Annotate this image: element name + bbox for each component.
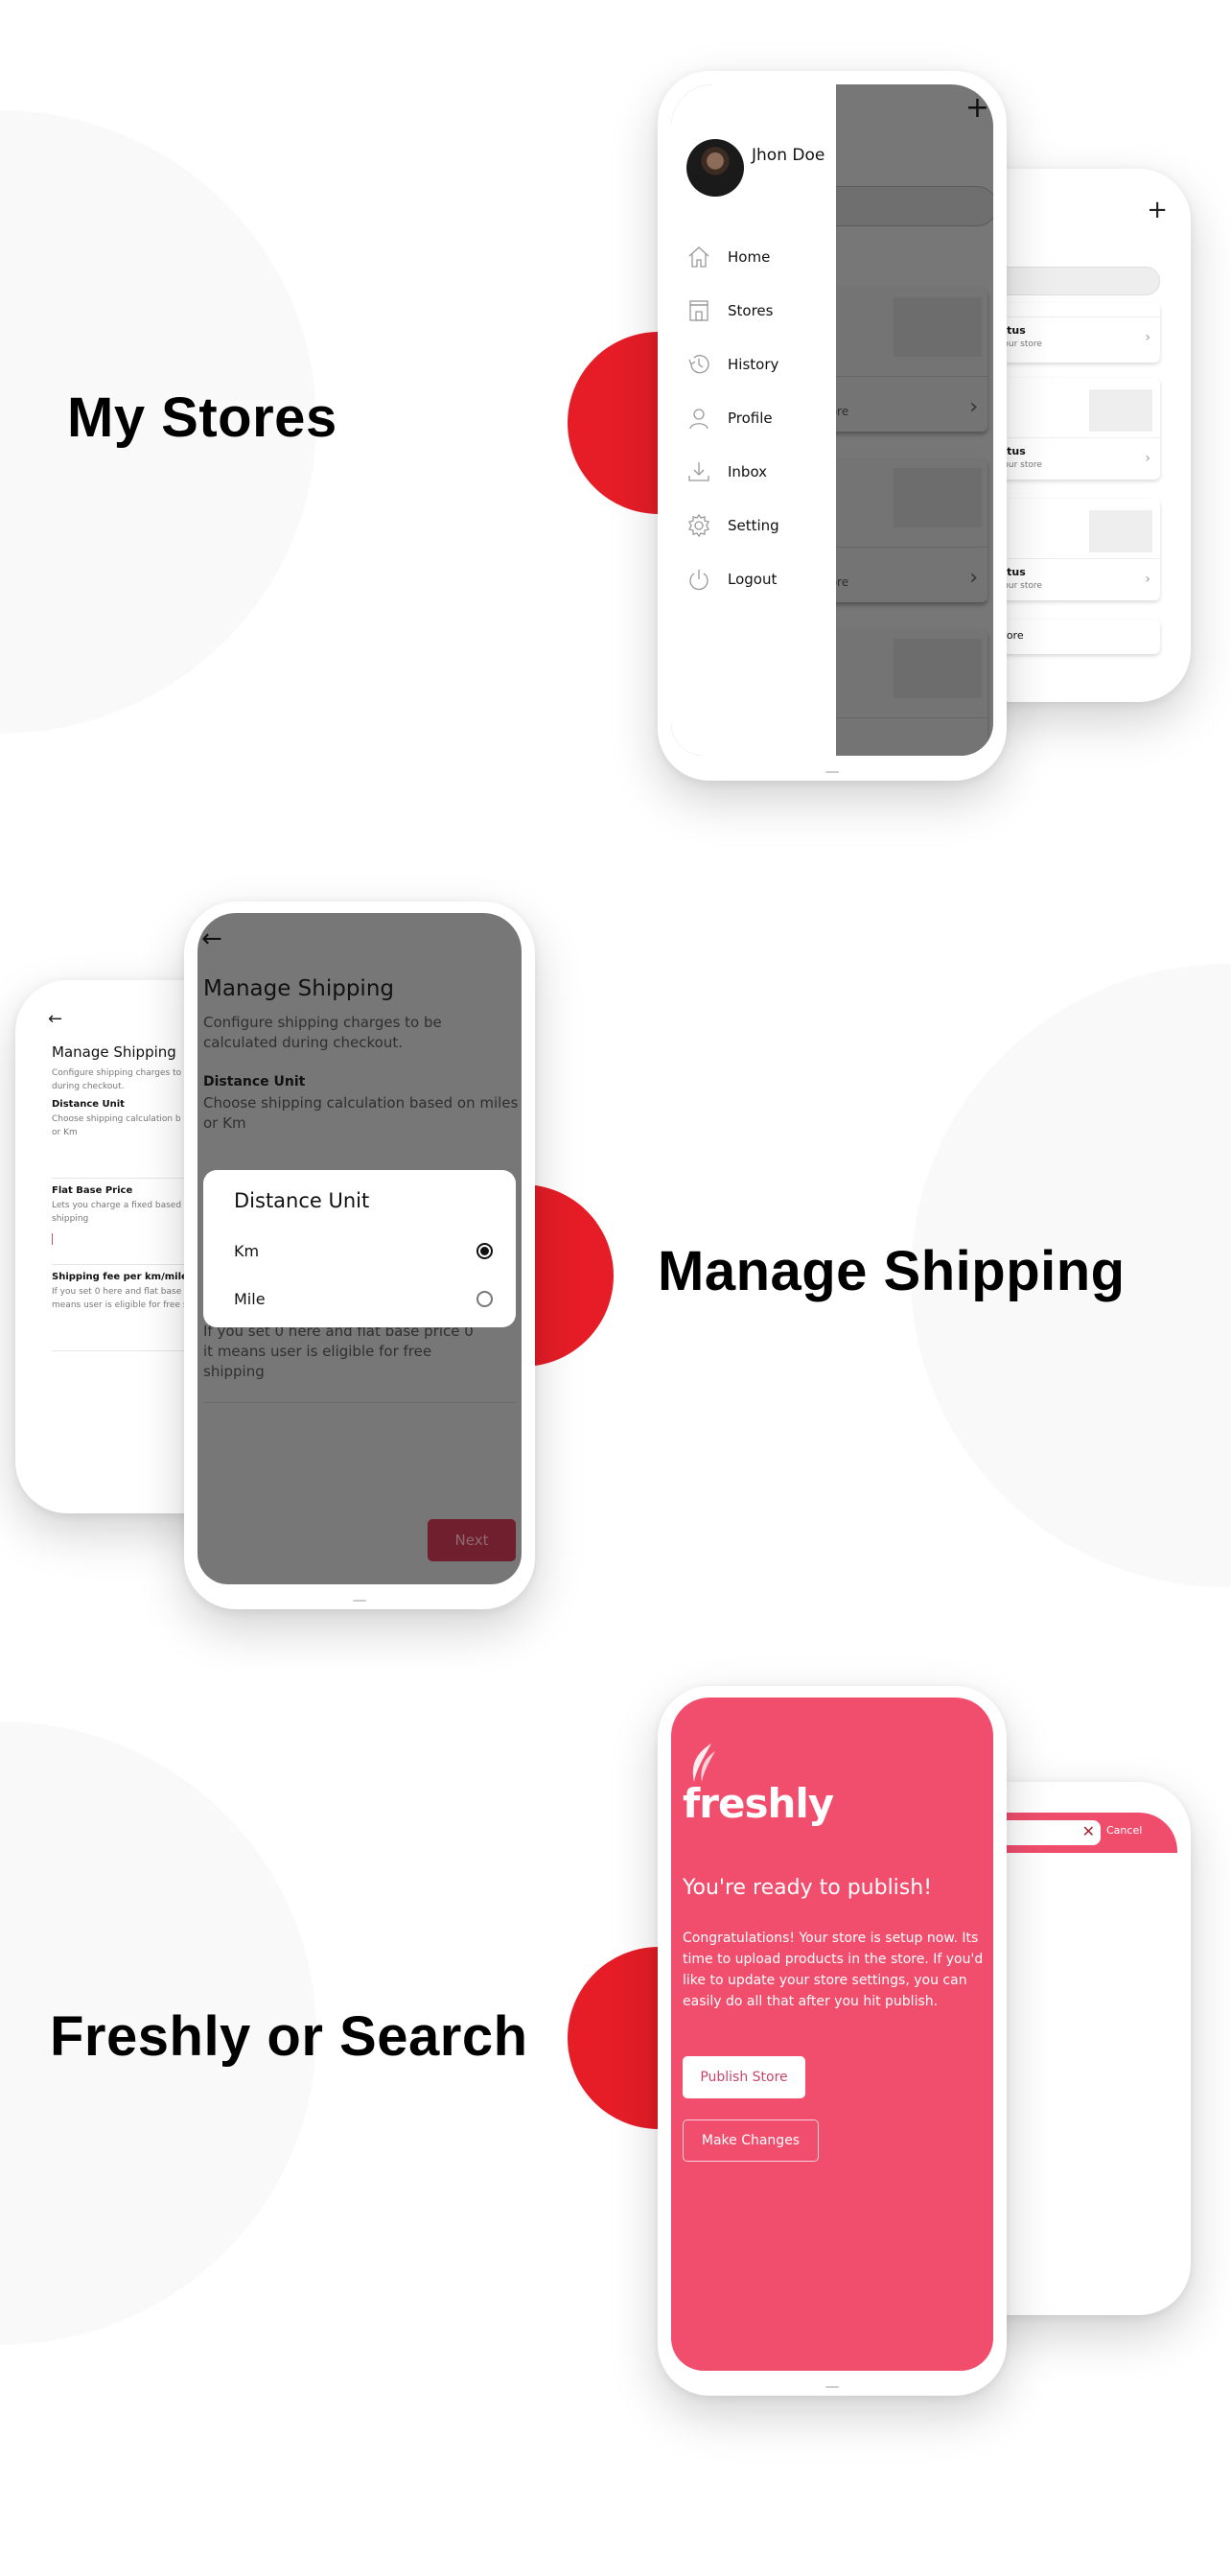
inbox-download-icon xyxy=(688,462,709,481)
make-changes-button[interactable]: Make Changes xyxy=(683,2119,819,2162)
home-indicator xyxy=(825,2386,839,2388)
back-arrow-icon[interactable]: ← xyxy=(201,926,222,951)
image-placeholder-icon xyxy=(894,297,982,357)
drawer-item-logout[interactable]: Logout xyxy=(686,566,777,593)
store-card: s xyxy=(815,629,987,756)
distance-unit-desc-2: or Km xyxy=(52,1128,78,1137)
shipping-title: Manage Shipping xyxy=(203,976,395,1001)
drawer-item-label: History xyxy=(728,356,779,373)
distance-unit-label: Distance Unit xyxy=(203,1074,306,1089)
store-icon xyxy=(689,300,708,321)
drawer-item-label: Setting xyxy=(728,517,779,534)
power-icon xyxy=(689,570,708,591)
shipping-fee-label: Shipping fee per km/mile xyxy=(52,1272,188,1282)
avatar[interactable] xyxy=(686,139,744,197)
publish-screen: freshly You're ready to publish! Congrat… xyxy=(671,1698,993,2371)
shipping-description: Configure shipping charges to be calcula… xyxy=(203,1014,442,1051)
field-divider xyxy=(203,1402,516,1403)
card-divider xyxy=(815,547,987,548)
clear-icon[interactable]: ✕ xyxy=(1082,1822,1095,1840)
shipping-description: Configure shipping charges to xyxy=(52,1068,182,1078)
phone-mockup-publish: freshly You're ready to publish! Congrat… xyxy=(658,1686,1007,2396)
image-placeholder-icon xyxy=(1089,389,1152,432)
shipping-title: Manage Shipping xyxy=(52,1043,176,1061)
store-search-input xyxy=(815,186,993,226)
flat-base-price-input[interactable] xyxy=(52,1233,53,1245)
next-button[interactable]: Next xyxy=(428,1519,516,1561)
shipping-fee-desc-2: means user is eligible for free s xyxy=(52,1300,188,1310)
back-arrow-icon[interactable]: ← xyxy=(48,1009,62,1029)
chevron-right-icon: › xyxy=(969,395,978,419)
shipping-fee-desc: If you set 0 here and flat base xyxy=(52,1287,182,1297)
publish-title: You're ready to publish! xyxy=(683,1876,933,1900)
add-store-icon: + xyxy=(964,91,989,125)
option-km[interactable]: Km xyxy=(234,1237,493,1264)
drawer-item-setting[interactable]: Setting xyxy=(686,512,779,539)
distance-unit-desc: Choose shipping calculation b xyxy=(52,1114,181,1124)
section-title-freshly-search: Freshly or Search xyxy=(50,2005,528,2068)
navigation-drawer: Jhon Doe Home Stores History Profile Inb… xyxy=(671,84,836,756)
chevron-right-icon: › xyxy=(1145,330,1150,345)
section-title-my-stores: My Stores xyxy=(67,386,337,449)
phone-mockup-distance-dialog: ← Manage Shipping Configure shipping cha… xyxy=(184,902,535,1609)
home-indicator xyxy=(825,771,839,773)
drawer-item-label: Profile xyxy=(728,410,773,427)
publish-body: Congratulations! Your store is setup now… xyxy=(683,1931,984,2009)
drawer-item-stores[interactable]: Stores xyxy=(686,297,773,324)
logo-text: freshly xyxy=(683,1780,834,1827)
home-icon xyxy=(688,246,709,268)
history-icon xyxy=(688,355,709,374)
drawer-item-history[interactable]: History xyxy=(686,351,778,378)
drawer-item-profile[interactable]: Profile xyxy=(686,405,773,432)
distance-unit-desc: Choose shipping calculation based on mil… xyxy=(203,1094,519,1132)
publish-store-button[interactable]: Publish Store xyxy=(683,2056,805,2098)
shipping-dialog-screen: ← Manage Shipping Configure shipping cha… xyxy=(197,913,522,1584)
flat-base-price-desc-2: shipping xyxy=(52,1214,89,1224)
drawer-item-label: Home xyxy=(728,248,771,266)
add-store-icon[interactable]: + xyxy=(1147,198,1168,222)
flat-base-price-desc: Lets you charge a fixed based xyxy=(52,1201,182,1210)
chevron-right-icon: › xyxy=(1145,451,1150,466)
home-indicator xyxy=(353,1600,366,1602)
drawer-item-label: Stores xyxy=(728,302,774,319)
option-label: Km xyxy=(234,1241,260,1260)
card-divider xyxy=(815,717,987,718)
section-title-manage-shipping: Manage Shipping xyxy=(658,1240,1126,1302)
image-placeholder-icon xyxy=(1089,510,1152,552)
option-mile[interactable]: Mile xyxy=(234,1285,493,1312)
freshly-logo: freshly xyxy=(683,1744,836,1830)
profile-icon xyxy=(689,409,708,430)
dialog-title: Distance Unit xyxy=(234,1189,370,1212)
phone-mockup-drawer: + s r store › s r store › s xyxy=(658,71,1007,781)
user-name: Jhon Doe xyxy=(752,146,825,165)
image-placeholder-icon xyxy=(894,468,982,527)
shipping-description-2: during checkout. xyxy=(52,1082,125,1091)
distance-unit-dialog: Distance Unit Km Mile xyxy=(203,1170,516,1327)
option-label: Mile xyxy=(234,1289,266,1308)
card-divider xyxy=(815,376,987,377)
drawer-item-inbox[interactable]: Inbox xyxy=(686,458,767,485)
radio-unselected-icon[interactable] xyxy=(476,1290,493,1307)
cancel-button[interactable]: Cancel xyxy=(1106,1824,1142,1837)
store-card: s r store › xyxy=(811,288,987,432)
chevron-right-icon: › xyxy=(969,566,978,590)
shipping-fee-desc: If you set 0 here and flat base price 0 … xyxy=(203,1323,474,1380)
store-card: s r store › xyxy=(811,458,987,602)
chevron-right-icon: › xyxy=(1145,572,1150,587)
drawer-screen: + s r store › s r store › s xyxy=(671,84,993,756)
drawer-item-home[interactable]: Home xyxy=(686,244,770,270)
drawer-item-label: Logout xyxy=(728,571,778,588)
image-placeholder-icon xyxy=(894,639,982,698)
distance-unit-label: Distance Unit xyxy=(52,1099,125,1110)
drawer-item-label: Inbox xyxy=(728,463,768,480)
flat-base-price-label: Flat Base Price xyxy=(52,1185,133,1196)
gear-icon xyxy=(688,513,709,538)
radio-selected-icon[interactable] xyxy=(476,1242,493,1259)
